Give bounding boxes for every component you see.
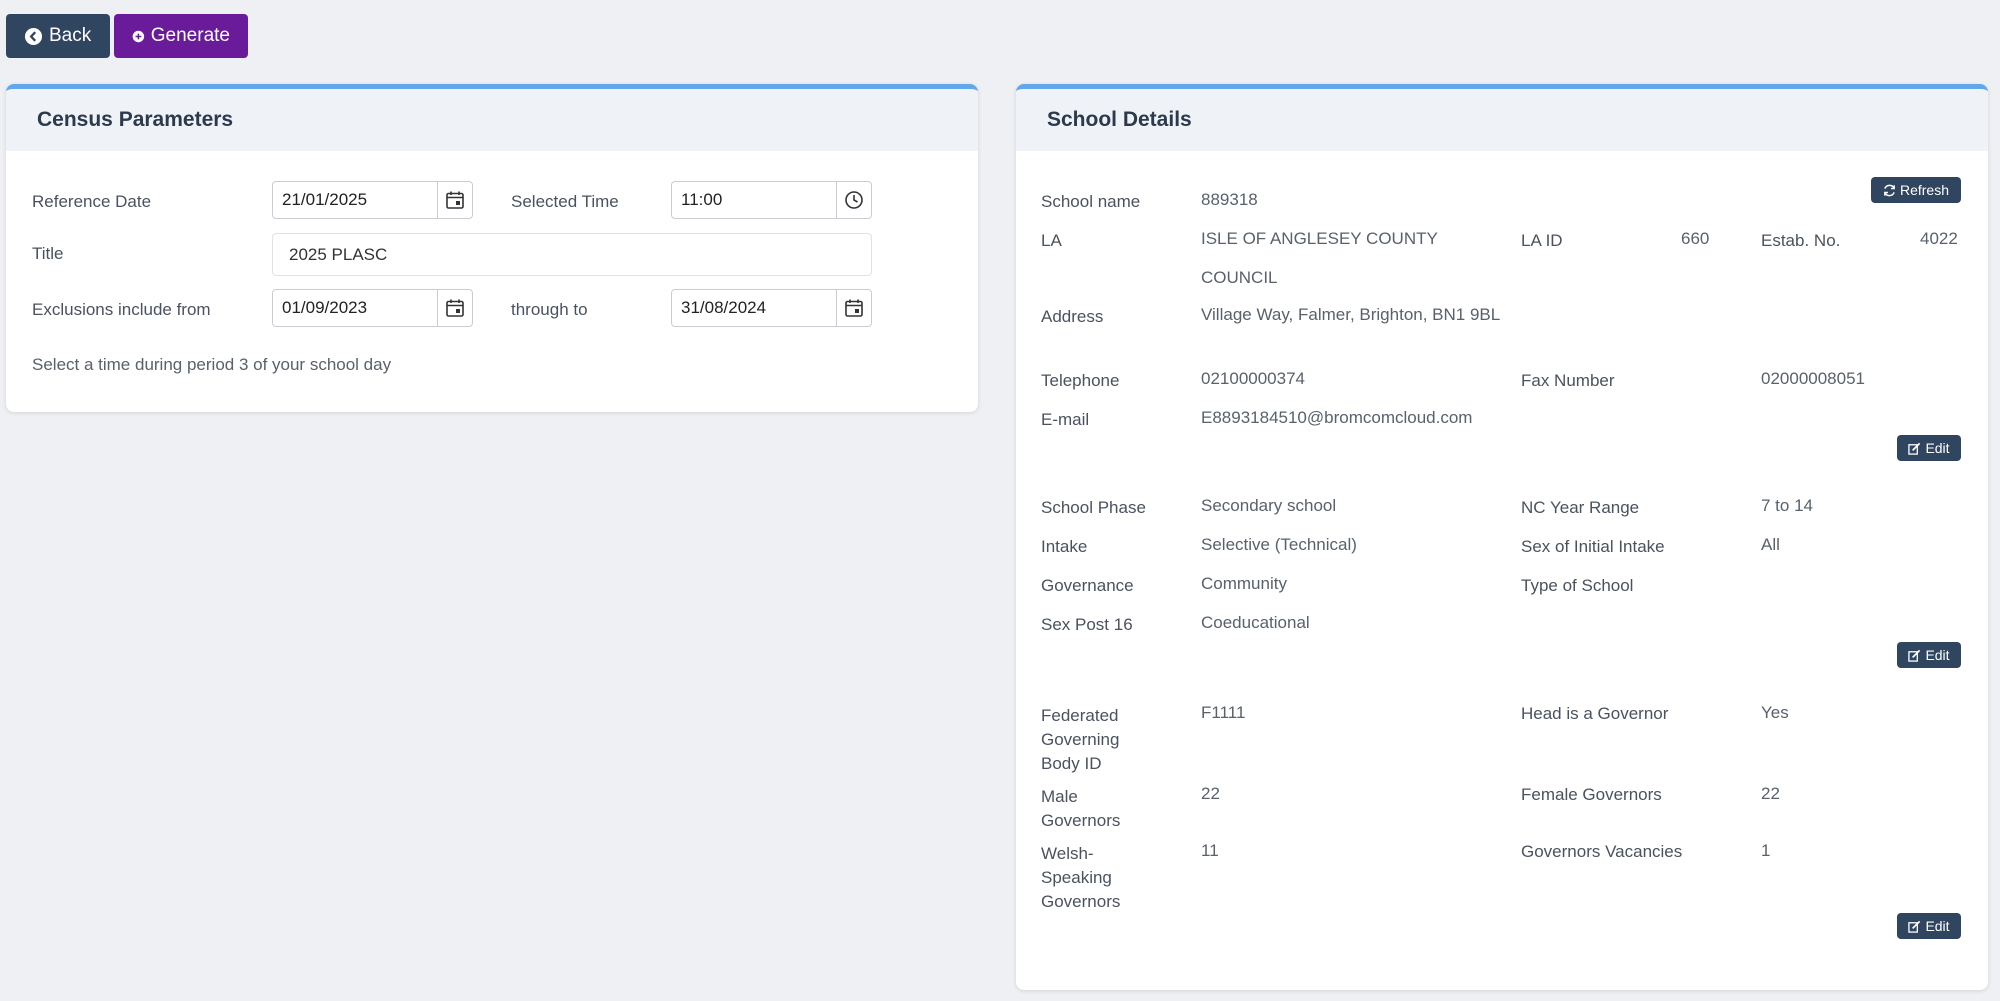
federated-label-line2: Governing: [1041, 730, 1120, 749]
refresh-label: Refresh: [1899, 182, 1950, 198]
title-input[interactable]: 2025 PLASC: [272, 233, 872, 276]
type-of-school-label: Type of School: [1521, 576, 1634, 595]
male-label-line2: Governors: [1041, 811, 1121, 830]
welsh-governors-label: Welsh- Speaking Governors: [1041, 842, 1120, 914]
female-governors-label: Female Governors: [1521, 785, 1662, 804]
fax-label: Fax Number: [1521, 371, 1615, 390]
estab-no-value: 4022: [1920, 229, 1958, 248]
school-name-value: 889318: [1201, 190, 1258, 209]
head-governor-label: Head is a Governor: [1521, 704, 1669, 723]
title-input-value: 2025 PLASC: [289, 244, 388, 264]
governance-value: Community: [1201, 574, 1287, 593]
estab-no-label: Estab. No.: [1761, 231, 1841, 250]
email-value: E8893184510@bromcomcloud.com: [1201, 408, 1473, 427]
exclusions-from-value: 01/09/2023: [282, 298, 368, 317]
telephone-label: Telephone: [1041, 371, 1120, 390]
governor-vacancies-value: 1: [1761, 841, 1771, 860]
edit-icon: [1908, 442, 1921, 455]
calendar-icon: [845, 299, 863, 317]
edit-contact-button[interactable]: Edit: [1897, 435, 1961, 461]
exclusions-to-field[interactable]: 31/08/2024: [671, 289, 872, 327]
back-button[interactable]: Back: [6, 14, 110, 58]
male-governors-value: 22: [1201, 784, 1220, 803]
la-id-label: LA ID: [1521, 231, 1563, 250]
intake-label: Intake: [1041, 537, 1088, 556]
welsh-label-line1: Welsh-: [1041, 844, 1094, 863]
la-value-line1: ISLE OF ANGLESEY COUNTY: [1201, 229, 1438, 248]
sex-intake-label: Sex of Initial Intake: [1521, 537, 1665, 556]
edit-label: Edit: [1925, 918, 1950, 934]
reference-date-label: Reference Date: [32, 192, 152, 211]
edit-characteristics-button[interactable]: Edit: [1897, 642, 1961, 668]
address-value: Village Way, Falmer, Brighton, BN1 9BL: [1201, 305, 1501, 324]
census-hint: Select a time during period 3 of your sc…: [32, 355, 392, 374]
federated-label-line3: Body ID: [1041, 754, 1102, 773]
phase-value: Secondary school: [1201, 496, 1337, 515]
governance-label: Governance: [1041, 576, 1134, 595]
sex-post16-value: Coeducational: [1201, 613, 1310, 632]
welsh-label-line3: Governors: [1041, 892, 1121, 911]
selected-time-field[interactable]: 11:00: [671, 181, 872, 219]
welsh-label-line2: Speaking: [1041, 868, 1112, 887]
male-label-line1: Male: [1041, 787, 1078, 806]
governor-vacancies-label: Governors Vacancies: [1521, 842, 1683, 861]
plus-circle-icon: [132, 30, 145, 42]
la-label: LA: [1041, 231, 1062, 250]
email-label: E-mail: [1041, 410, 1090, 429]
address-label: Address: [1041, 307, 1104, 326]
edit-icon: [1908, 649, 1921, 662]
chevron-left-circle-icon: [24, 27, 43, 45]
time-picker-button[interactable]: [836, 182, 871, 218]
female-governors-value: 22: [1761, 784, 1780, 803]
federated-body-value: F1111: [1201, 703, 1246, 722]
welsh-governors-value: 11: [1201, 841, 1219, 860]
edit-label: Edit: [1925, 647, 1950, 663]
nc-year-range-label: NC Year Range: [1521, 498, 1640, 517]
through-to-label: through to: [511, 300, 588, 319]
telephone-value: 02100000374: [1201, 369, 1306, 388]
title-label: Title: [32, 244, 64, 263]
sex-intake-value: All: [1761, 535, 1780, 554]
calendar-icon: [446, 191, 464, 209]
generate-button[interactable]: Generate: [114, 14, 248, 58]
phase-label: School Phase: [1041, 498, 1146, 517]
la-id-value: 660: [1681, 229, 1710, 248]
calendar-icon: [446, 299, 464, 317]
selected-time-label: Selected Time: [511, 192, 619, 211]
school-details-panel: School Details Refresh School name 88931…: [1016, 84, 1988, 990]
federated-label-line1: Federated: [1041, 706, 1119, 725]
edit-label: Edit: [1925, 440, 1950, 456]
generate-button-label: Generate: [150, 25, 230, 46]
nc-year-range-value: 7 to 14: [1761, 496, 1813, 515]
calendar-button[interactable]: [437, 290, 472, 326]
edit-icon: [1908, 920, 1921, 933]
refresh-icon: [1884, 184, 1895, 196]
refresh-button[interactable]: Refresh: [1871, 177, 1961, 203]
census-panel-title: Census Parameters: [6, 89, 978, 151]
la-value-line2: COUNCIL: [1201, 268, 1278, 287]
clock-icon: [845, 191, 863, 209]
school-panel-title: School Details: [1016, 89, 1988, 151]
selected-time-value: 11:00: [681, 190, 723, 209]
fax-value: 02000008051: [1761, 369, 1866, 388]
sex-post16-label: Sex Post 16: [1041, 615, 1133, 634]
exclusions-to-value: 31/08/2024: [681, 298, 767, 317]
intake-value: Selective (Technical): [1201, 535, 1357, 554]
edit-governors-button[interactable]: Edit: [1897, 913, 1961, 939]
head-governor-value: Yes: [1761, 703, 1789, 722]
calendar-button[interactable]: [836, 290, 871, 326]
reference-date-field[interactable]: 21/01/2025: [272, 181, 473, 219]
school-name-label: School name: [1041, 192, 1141, 211]
exclusions-from-field[interactable]: 01/09/2023: [272, 289, 473, 327]
back-button-label: Back: [49, 25, 92, 46]
male-governors-label: Male Governors: [1041, 785, 1120, 833]
reference-date-value: 21/01/2025: [282, 190, 368, 209]
census-parameters-panel: Census Parameters Reference Date 21/01/2…: [6, 84, 978, 412]
calendar-button[interactable]: [437, 182, 472, 218]
exclusions-from-label: Exclusions include from: [32, 300, 211, 319]
federated-body-label: Federated Governing Body ID: [1041, 704, 1119, 776]
